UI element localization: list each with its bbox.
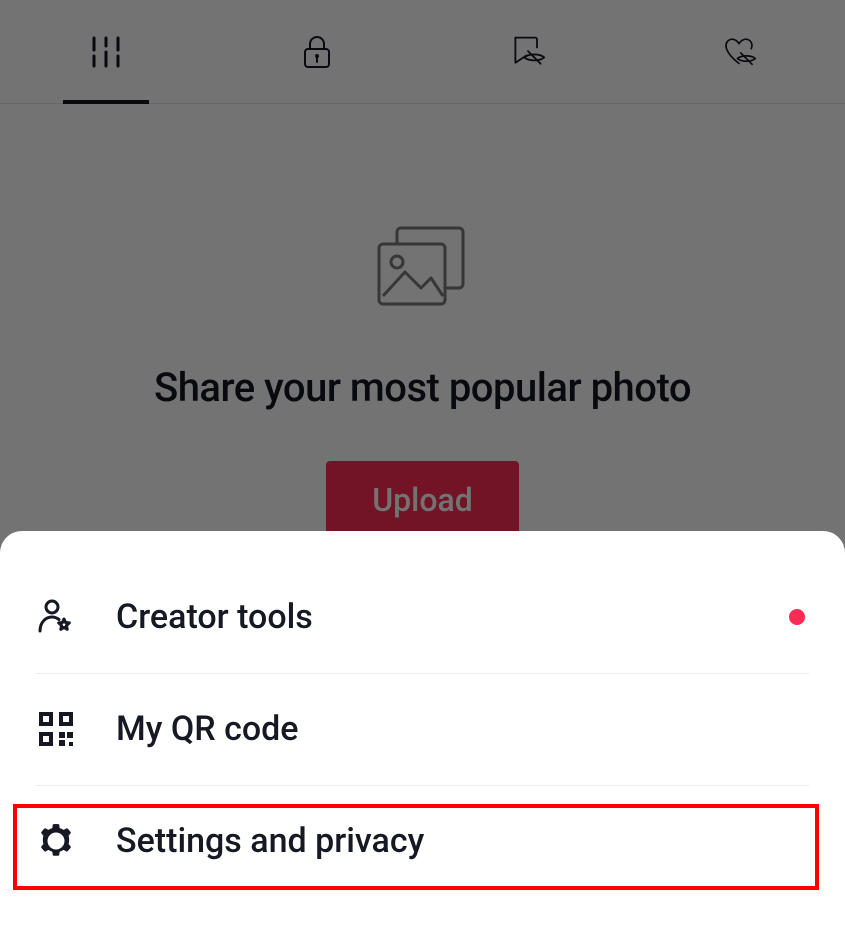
sheet-item-qr-code[interactable]: My QR code (0, 673, 845, 785)
options-sheet: Creator tools My QR code Settings and pr… (0, 531, 845, 933)
notification-dot (789, 609, 805, 625)
sheet-item-settings[interactable]: Settings and privacy (0, 785, 845, 897)
creator-tools-icon (36, 597, 76, 637)
sheet-item-label: Settings and privacy (116, 821, 809, 861)
sheet-item-creator-tools[interactable]: Creator tools (0, 561, 845, 673)
settings-icon (36, 821, 76, 861)
qr-code-icon (36, 709, 76, 749)
sheet-item-label: My QR code (116, 709, 809, 749)
sheet-item-label: Creator tools (116, 597, 789, 637)
